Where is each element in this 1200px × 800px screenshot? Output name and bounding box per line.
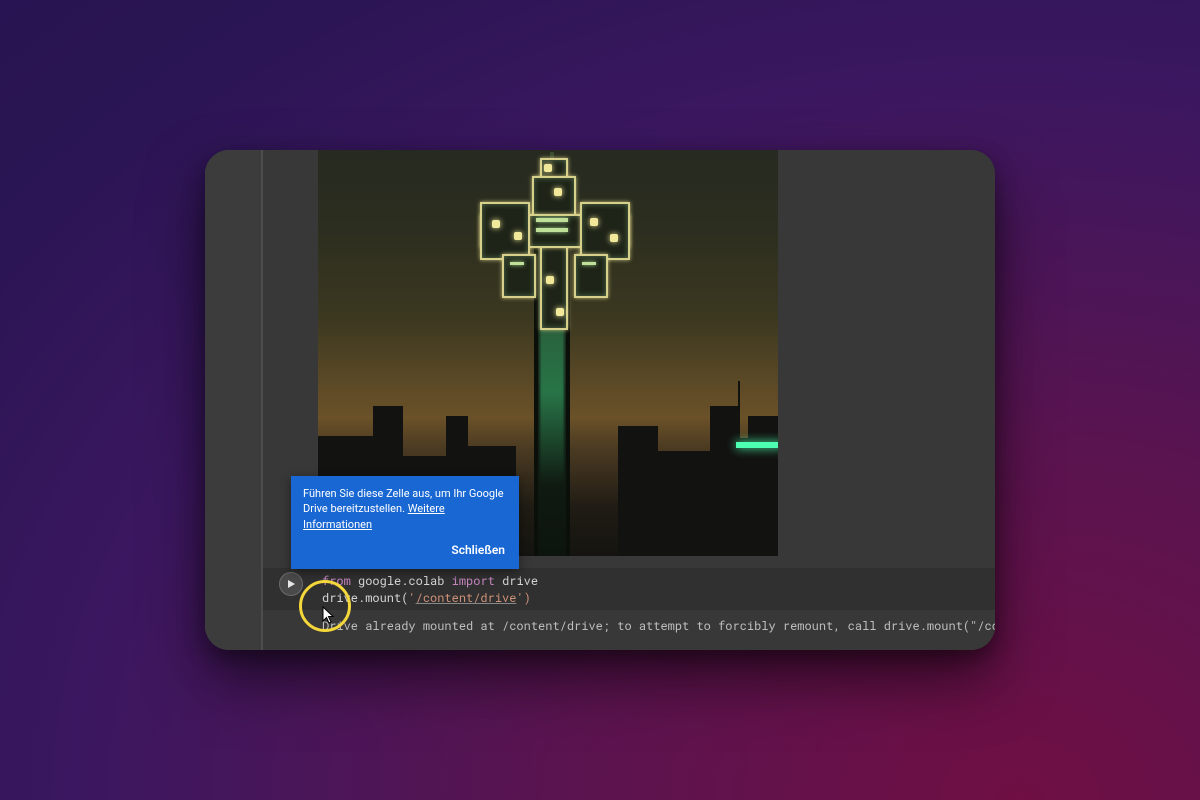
code-name: drive [502, 573, 538, 589]
tooltip-close-button[interactable]: Schließen [449, 538, 507, 563]
play-icon [286, 579, 296, 589]
drive-mount-tooltip: Führen Sie diese Zelle aus, um Ihr Googl… [291, 476, 519, 569]
image-tower [510, 150, 594, 556]
desktop-background: Führen Sie diese Zelle aus, um Ihr Googl… [0, 0, 1200, 800]
image-tower-head [462, 158, 642, 328]
colab-notebook: Führen Sie diese Zelle aus, um Ihr Googl… [205, 150, 995, 650]
code-call: drive.mount( [322, 590, 408, 606]
cell-output-text: Drive already mounted at /content/drive;… [263, 610, 995, 644]
code-close: ') [516, 590, 530, 606]
code-cell[interactable]: from google.colab import drive drive.mou… [263, 568, 995, 614]
app-window: Führen Sie diese Zelle aus, um Ihr Googl… [205, 150, 995, 650]
code-quote-open: ' [408, 590, 415, 606]
code-path-string: /content/drive [416, 590, 517, 606]
code-kw-from: from [322, 573, 351, 589]
run-cell-button[interactable] [279, 572, 303, 596]
tooltip-text: Führen Sie diese Zelle aus, um Ihr Googl… [303, 487, 504, 515]
code-editor[interactable]: from google.colab import drive drive.mou… [318, 568, 995, 614]
cell-gutter [205, 150, 263, 650]
notebook-main: Führen Sie diese Zelle aus, um Ihr Googl… [263, 150, 995, 650]
image-neon-strip [736, 442, 778, 448]
code-module: google.colab [358, 573, 444, 589]
code-kw-import: import [452, 573, 495, 589]
run-button-column [263, 568, 318, 614]
